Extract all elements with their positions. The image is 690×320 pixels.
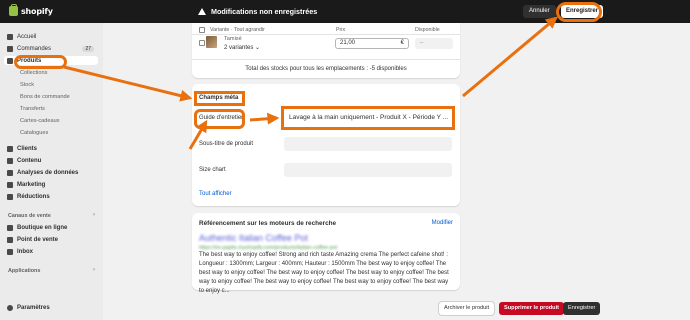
sidebar-item-content[interactable]: Contenu bbox=[4, 156, 98, 165]
subtitle-field[interactable] bbox=[284, 137, 452, 151]
sidebar-item-settings[interactable]: Paramètres bbox=[4, 303, 98, 312]
sidebar-item-label: Analyses de données bbox=[17, 169, 79, 176]
sidebar-item-catalogs[interactable]: Catalogues bbox=[4, 128, 98, 137]
care-guide-field[interactable]: Lavage à la main uniquement - Produit X … bbox=[284, 109, 451, 126]
inbox-icon bbox=[7, 248, 13, 255]
save-button-top[interactable]: Enregistrer bbox=[561, 5, 604, 18]
chevron-right-icon[interactable]: › bbox=[93, 267, 95, 273]
sidebar-item-label: Clients bbox=[17, 145, 38, 152]
price-value: 21,00 bbox=[340, 40, 356, 46]
sidebar-item-collections[interactable]: Collections bbox=[4, 68, 98, 77]
sidebar-item-label: Accueil bbox=[17, 33, 37, 40]
divider bbox=[192, 59, 460, 60]
sidebar-item-pos[interactable]: Point de vente bbox=[4, 235, 98, 244]
available-field: – bbox=[415, 38, 453, 49]
currency-symbol: € bbox=[400, 40, 404, 46]
seo-preview-description: The best way to enjoy coffee! Strong and… bbox=[199, 252, 449, 294]
sidebar-item-online-store[interactable]: Boutique en ligne bbox=[4, 223, 98, 232]
gear-icon bbox=[7, 304, 13, 311]
logo-text: shopify bbox=[21, 6, 53, 16]
divider bbox=[192, 34, 460, 35]
available-column-header: Disponible bbox=[415, 27, 440, 33]
sidebar-item-gift-cards[interactable]: Cartes-cadeaux bbox=[4, 116, 98, 125]
unsaved-changes-notice: Modifications non enregistrées bbox=[198, 7, 317, 16]
variant-column-header[interactable]: Variante · Tout agrandir bbox=[210, 27, 265, 33]
pos-icon bbox=[7, 236, 13, 243]
sidebar-item-products[interactable]: Produits bbox=[4, 56, 98, 65]
seo-preview-title: Authentic Italian Coffee Pot bbox=[199, 233, 308, 243]
variant-name: Tamisé bbox=[224, 36, 242, 42]
seo-edit-link[interactable]: Modifier bbox=[432, 220, 453, 226]
variants-count: 2 variantes bbox=[224, 45, 254, 51]
variant-thumbnail bbox=[206, 36, 217, 48]
price-column-header: Prix bbox=[336, 27, 346, 33]
sidebar-item-purchase-orders[interactable]: Bons de commande bbox=[4, 92, 98, 101]
sidebar-item-label: Inbox bbox=[17, 248, 33, 255]
sidebar-item-transfers[interactable]: Transferts bbox=[4, 104, 98, 113]
warning-icon bbox=[198, 8, 206, 15]
unsaved-text: Modifications non enregistrées bbox=[211, 7, 318, 16]
sidebar-item-label: Boutique en ligne bbox=[17, 224, 68, 231]
save-button-bottom[interactable]: Enregistrer bbox=[563, 302, 601, 315]
chevron-down-icon: ⌄ bbox=[255, 45, 261, 51]
sidebar-item-analytics[interactable]: Analyses de données bbox=[4, 168, 98, 177]
orders-count-badge: 27 bbox=[82, 45, 94, 52]
sidebar-item-orders[interactable]: Commandes 27 bbox=[4, 44, 98, 53]
target-icon bbox=[7, 181, 13, 188]
sidebar-item-customers[interactable]: Clients bbox=[4, 144, 98, 153]
orders-icon bbox=[7, 45, 13, 52]
sidebar-item-inbox[interactable]: Inbox bbox=[4, 247, 98, 256]
tag-icon bbox=[7, 57, 13, 64]
home-icon bbox=[7, 33, 13, 40]
top-bar: shopify Modifications non enregistrées A… bbox=[0, 0, 690, 23]
size-chart-field[interactable] bbox=[284, 163, 452, 177]
sidebar-item-marketing[interactable]: Marketing bbox=[4, 180, 98, 189]
variants-expand-link[interactable]: 2 variantes ⌄ bbox=[224, 44, 260, 51]
sales-channels-heading[interactable]: Canaux de vente bbox=[8, 213, 51, 219]
discount-icon bbox=[7, 193, 13, 200]
sidebar-item-home[interactable]: Accueil bbox=[4, 32, 98, 41]
row-checkbox[interactable] bbox=[199, 40, 205, 46]
price-input[interactable]: 21,00 € bbox=[335, 38, 409, 49]
cancel-button[interactable]: Annuler bbox=[523, 5, 556, 18]
sidebar-item-discounts[interactable]: Réductions bbox=[4, 192, 98, 201]
sidebar-item-label: Paramètres bbox=[17, 304, 50, 311]
apps-heading[interactable]: Applications bbox=[8, 268, 40, 274]
store-icon bbox=[7, 224, 13, 231]
seo-card: Référencement sur les moteurs de recherc… bbox=[192, 213, 460, 294]
care-guide-label: Guide d'entretien bbox=[199, 115, 245, 121]
variants-card: Variante · Tout agrandir Prix Disponible… bbox=[192, 23, 460, 78]
sidebar-item-label: Produits bbox=[17, 57, 42, 64]
metafields-card: Champs méta Guide d'entretien Lavage à l… bbox=[192, 84, 460, 206]
sidebar-item-label: Commandes bbox=[17, 45, 52, 52]
content-icon bbox=[7, 157, 13, 164]
arrow-to-save bbox=[462, 16, 558, 98]
size-chart-label: Size chart bbox=[199, 167, 226, 173]
sidebar: Accueil Commandes 27 Produits Collections… bbox=[0, 23, 103, 320]
sidebar-item-label: Marketing bbox=[17, 181, 46, 188]
shopify-bag-icon bbox=[9, 4, 18, 16]
shopify-logo[interactable]: shopify bbox=[9, 4, 53, 16]
select-all-checkbox[interactable] bbox=[199, 27, 205, 33]
seo-title: Référencement sur les moteurs de recherc… bbox=[199, 220, 337, 227]
stock-total-text: Total des stocks pour tous les emplaceme… bbox=[245, 66, 407, 72]
sidebar-item-label: Réductions bbox=[17, 193, 50, 200]
show-all-link[interactable]: Tout afficher bbox=[199, 191, 232, 197]
person-icon bbox=[7, 145, 13, 152]
archive-product-button[interactable]: Archiver le produit bbox=[439, 302, 495, 315]
chevron-right-icon[interactable]: › bbox=[93, 212, 95, 218]
delete-product-button[interactable]: Supprimer le produit bbox=[499, 302, 565, 315]
subtitle-label: Sous-titre de produit bbox=[199, 141, 254, 147]
sidebar-item-stock[interactable]: Stock bbox=[4, 80, 98, 89]
sidebar-item-label: Point de vente bbox=[17, 236, 59, 243]
sidebar-item-label: Contenu bbox=[17, 157, 42, 164]
chart-icon bbox=[7, 169, 13, 176]
metafields-title: Champs méta bbox=[199, 95, 239, 101]
